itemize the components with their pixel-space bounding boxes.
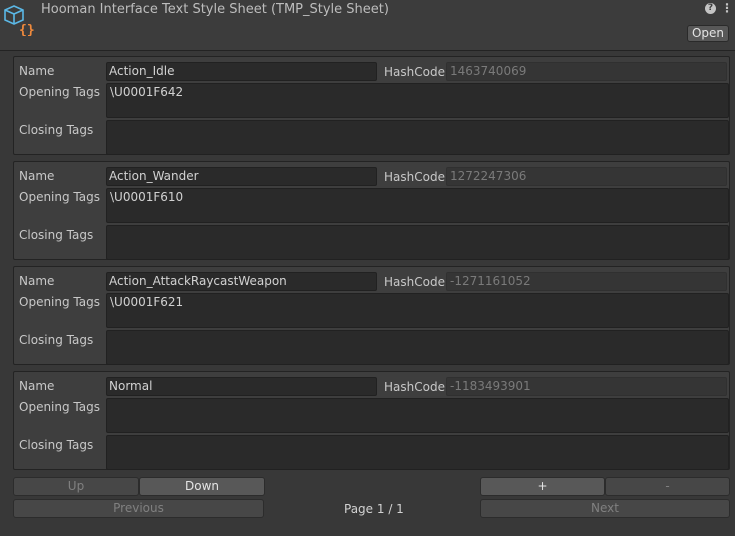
remove-style-button[interactable]: - bbox=[605, 477, 730, 496]
name-input[interactable]: Action_Idle bbox=[106, 62, 377, 81]
hashcode-label: HashCode bbox=[384, 65, 445, 79]
opening-tags-label: Opening Tags bbox=[19, 190, 100, 204]
opening-tags-label: Opening Tags bbox=[19, 295, 100, 309]
inspector-title: Hooman Interface Text Style Sheet (TMP_S… bbox=[41, 2, 389, 17]
hashcode-field: 1463740069 bbox=[446, 62, 727, 81]
opening-tags-input[interactable]: \U0001F642 bbox=[106, 83, 729, 118]
opening-tags-input[interactable]: \U0001F610 bbox=[106, 188, 729, 223]
style-entry: Name Normal HashCode -1183493901 Opening… bbox=[13, 371, 730, 470]
hashcode-label: HashCode bbox=[384, 170, 445, 184]
closing-tags-label: Closing Tags bbox=[19, 333, 94, 347]
hashcode-label: HashCode bbox=[384, 380, 445, 394]
name-input[interactable]: Action_Wander bbox=[106, 167, 377, 186]
previous-page-button[interactable]: Previous bbox=[13, 499, 264, 518]
style-entry: Name Action_Idle HashCode 1463740069 Ope… bbox=[13, 56, 730, 155]
style-entry: Name Action_AttackRaycastWeapon HashCode… bbox=[13, 266, 730, 365]
closing-tags-input[interactable] bbox=[106, 435, 729, 470]
closing-tags-label: Closing Tags bbox=[19, 123, 94, 137]
opening-tags-label: Opening Tags bbox=[19, 85, 100, 99]
svg-text:{}: {} bbox=[19, 23, 35, 36]
closing-tags-input[interactable] bbox=[106, 330, 729, 365]
closing-tags-label: Closing Tags bbox=[19, 228, 94, 242]
hashcode-label: HashCode bbox=[384, 275, 445, 289]
name-label: Name bbox=[19, 169, 55, 183]
inspector-header: {} Hooman Interface Text Style Sheet (TM… bbox=[0, 0, 735, 51]
page-indicator: Page 1 / 1 bbox=[344, 502, 404, 516]
closing-tags-input[interactable] bbox=[106, 225, 729, 260]
name-input[interactable]: Normal bbox=[106, 377, 377, 396]
closing-tags-label: Closing Tags bbox=[19, 438, 94, 452]
hashcode-field: -1183493901 bbox=[446, 377, 727, 396]
style-sheet-asset-icon: {} bbox=[4, 5, 35, 36]
add-style-button[interactable]: + bbox=[480, 477, 605, 496]
next-page-button[interactable]: Next bbox=[480, 499, 730, 518]
opening-tags-input[interactable]: \U0001F621 bbox=[106, 293, 729, 328]
hashcode-field: 1272247306 bbox=[446, 167, 727, 186]
name-label: Name bbox=[19, 274, 55, 288]
name-input[interactable]: Action_AttackRaycastWeapon bbox=[106, 272, 377, 291]
context-menu-icon[interactable]: ⋮ bbox=[721, 2, 733, 14]
help-icon[interactable]: ? bbox=[705, 3, 716, 14]
name-label: Name bbox=[19, 379, 55, 393]
move-down-button[interactable]: Down bbox=[139, 477, 265, 496]
style-entry: Name Action_Wander HashCode 1272247306 O… bbox=[13, 161, 730, 260]
hashcode-field: -1271161052 bbox=[446, 272, 727, 291]
opening-tags-label: Opening Tags bbox=[19, 400, 100, 414]
move-up-button[interactable]: Up bbox=[13, 477, 139, 496]
closing-tags-input[interactable] bbox=[106, 120, 729, 155]
opening-tags-input[interactable] bbox=[106, 398, 729, 433]
name-label: Name bbox=[19, 64, 55, 78]
open-button[interactable]: Open bbox=[687, 25, 729, 42]
